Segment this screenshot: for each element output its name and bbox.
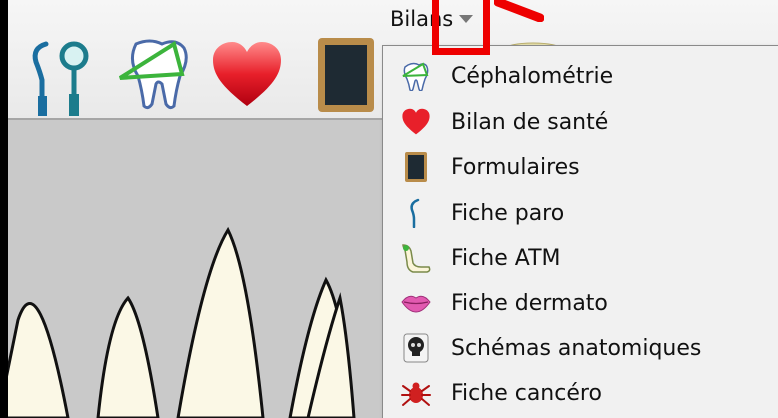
lips-icon xyxy=(399,286,433,320)
menu-item-cephalometrie[interactable]: Céphalométrie xyxy=(383,54,778,98)
menu-item-label: Formulaires xyxy=(451,154,580,180)
menu-item-bilan-de-sante[interactable]: Bilan de santé xyxy=(383,100,778,144)
bilans-dropdown-menu: Céphalométrie Bilan de santé Formulaires xyxy=(382,45,778,418)
heart-icon[interactable] xyxy=(211,40,283,114)
menu-item-schemas-anatomiques[interactable]: Schémas anatomiques xyxy=(383,326,778,370)
menu-item-label: Fiche ATM xyxy=(451,245,561,271)
menu-item-label: Fiche paro xyxy=(451,200,565,226)
crab-icon xyxy=(399,376,433,410)
cephalometry-tooth-icon[interactable] xyxy=(116,38,196,114)
forms-icon xyxy=(399,150,433,184)
cephalometry-icon xyxy=(399,59,433,93)
menu-item-label: Bilan de santé xyxy=(451,109,609,135)
menu-item-fiche-cancero[interactable]: Fiche cancéro xyxy=(383,371,778,415)
heart-icon xyxy=(399,105,433,139)
jaw-icon xyxy=(399,241,433,275)
menu-item-formulaires[interactable]: Formulaires xyxy=(383,145,778,189)
menu-item-label: Fiche cancéro xyxy=(451,380,602,406)
probe-icon xyxy=(399,196,433,230)
menu-item-fiche-atm[interactable]: Fiche ATM xyxy=(383,236,778,280)
annotation-highlight-box xyxy=(432,0,490,55)
dental-instruments-icon[interactable] xyxy=(26,36,96,120)
application-window: Bilans Céphalométrie Bilan de santé Form… xyxy=(8,0,778,418)
menu-item-label: Schémas anatomiques xyxy=(451,335,702,361)
menu-item-fiche-paro[interactable]: Fiche paro xyxy=(383,191,778,235)
annotation-arrow xyxy=(494,0,544,22)
skull-icon xyxy=(399,331,433,365)
forms-icon[interactable] xyxy=(318,38,374,116)
menu-item-label: Céphalométrie xyxy=(451,63,614,89)
menu-item-fiche-dermato[interactable]: Fiche dermato xyxy=(383,281,778,325)
menu-item-label: Fiche dermato xyxy=(451,290,608,316)
